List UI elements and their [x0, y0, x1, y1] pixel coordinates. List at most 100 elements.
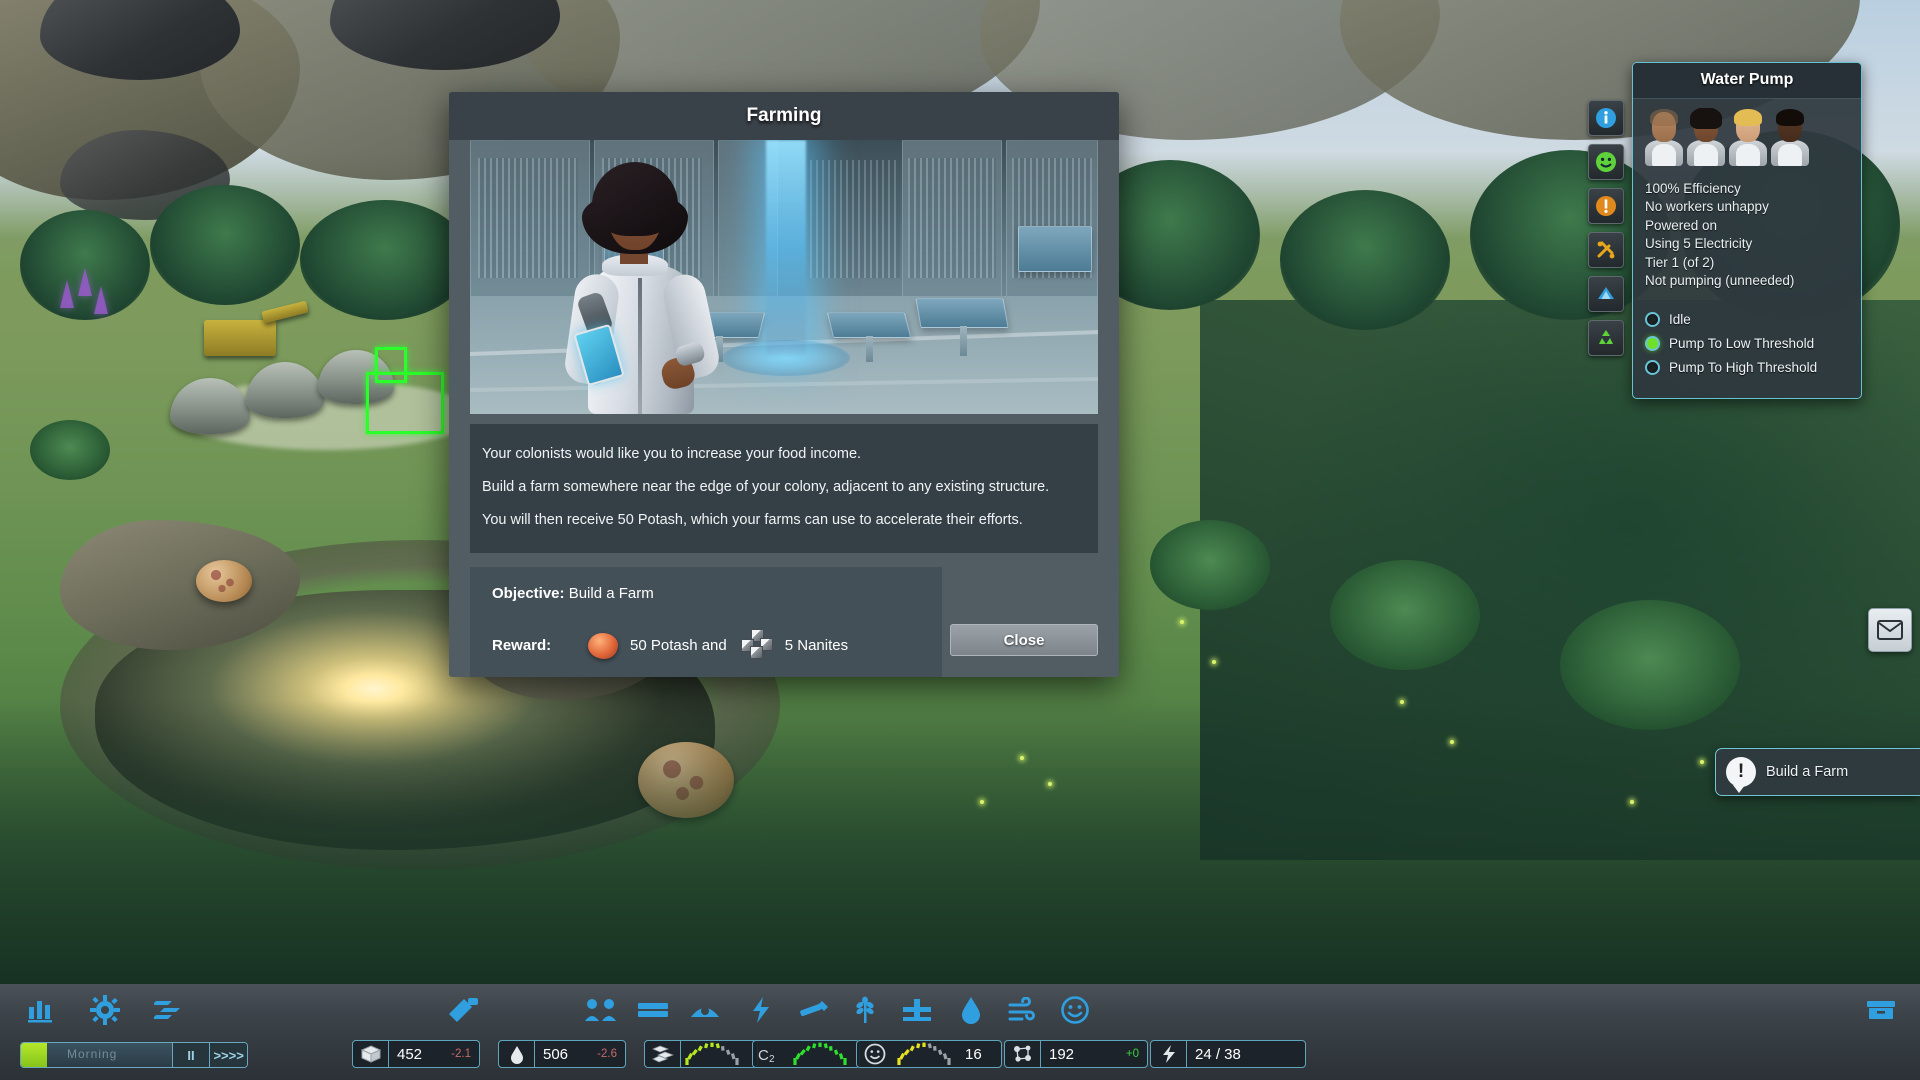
- body-paragraph: Your colonists would like you to increas…: [482, 446, 862, 462]
- statistics-icon[interactable]: [22, 991, 60, 1029]
- food-resource[interactable]: 452 -2.1: [352, 1040, 480, 1068]
- bush: [1330, 560, 1480, 670]
- happiness-face-icon[interactable]: [1056, 991, 1094, 1029]
- storage-gauge: [683, 1042, 741, 1066]
- build-menu-icon[interactable]: [444, 991, 482, 1029]
- storage-icon[interactable]: [634, 991, 672, 1029]
- reward-text-nanites: 5 Nanites: [784, 636, 849, 654]
- o2-icon: C2: [753, 1041, 789, 1067]
- mode-option-pump-high[interactable]: Pump To High Threshold: [1645, 360, 1849, 376]
- nanite-icon: [740, 629, 777, 661]
- scientist-character: [558, 162, 748, 414]
- water-drop-icon[interactable]: [952, 991, 990, 1029]
- wall-screen: [1018, 226, 1092, 272]
- rail-button-deposits[interactable]: [1588, 276, 1624, 312]
- status-line: No workers unhappy: [1645, 199, 1769, 215]
- body-paragraph: Build a farm somewhere near the edge of …: [482, 479, 1050, 495]
- rail-button-happiness[interactable]: [1588, 144, 1624, 180]
- worker-portrait: [1643, 108, 1685, 166]
- water-pump-title: Water Pump: [1633, 63, 1861, 99]
- smile-icon: [857, 1041, 893, 1067]
- settings-gear-icon[interactable]: [86, 991, 124, 1029]
- svg-text:2: 2: [769, 1054, 775, 1063]
- alert-icon: [1596, 196, 1616, 216]
- body-paragraph: You will then receive 50 Potash, which y…: [482, 512, 1023, 528]
- fast-forward-button[interactable]: >>>>: [209, 1043, 247, 1067]
- status-line: Powered on: [1645, 217, 1718, 233]
- mode-option-idle[interactable]: Idle: [1645, 312, 1849, 328]
- worker-portraits: [1633, 99, 1861, 170]
- water-resource[interactable]: 506 -2.6: [498, 1040, 626, 1068]
- storage-resource[interactable]: [644, 1040, 758, 1068]
- notification-label: Build a Farm: [1766, 764, 1849, 780]
- power-icon[interactable]: [742, 991, 780, 1029]
- happiness-resource[interactable]: 16: [856, 1040, 1002, 1068]
- save-load-icon[interactable]: [1862, 991, 1900, 1029]
- rail-button-tools[interactable]: [1588, 232, 1624, 268]
- day-progress-bar[interactable]: Morning: [21, 1043, 172, 1067]
- crate-icon: [353, 1041, 389, 1067]
- objective-label: Objective:: [492, 585, 565, 602]
- dialog-body-text: Your colonists would like you to increas…: [470, 424, 1098, 553]
- mining-icon[interactable]: [794, 991, 832, 1029]
- forest-canopy-foreground: [0, 700, 1920, 1000]
- pause-button[interactable]: II: [171, 1043, 210, 1067]
- rail-button-alert[interactable]: [1588, 188, 1624, 224]
- rail-button-info[interactable]: [1588, 100, 1624, 136]
- mode-option-pump-low[interactable]: Pump To Low Threshold: [1645, 336, 1849, 352]
- colonists-list-icon[interactable]: [150, 991, 188, 1029]
- farming-icon[interactable]: [846, 991, 884, 1029]
- close-button[interactable]: Close: [950, 624, 1098, 656]
- crystal-formation: [94, 286, 108, 314]
- bush: [1150, 520, 1270, 610]
- tree: [1280, 190, 1450, 330]
- energy-beam: [766, 140, 806, 355]
- oxygen-gauge: [791, 1042, 849, 1066]
- crystal-formation: [60, 280, 74, 308]
- farming-quest-dialog[interactable]: Farming Your colonists would like you to…: [449, 92, 1119, 677]
- colony-dome[interactable]: [246, 362, 324, 418]
- radio-idle[interactable]: [1645, 312, 1660, 328]
- crystal-formation: [78, 268, 92, 296]
- nanites-resource[interactable]: 192 +0: [1004, 1040, 1148, 1068]
- day-progress-label: Morning: [67, 1047, 118, 1061]
- water-delta: -2.6: [597, 1048, 617, 1060]
- status-line: Using 5 Electricity: [1645, 236, 1753, 252]
- water-building-icon[interactable]: [686, 991, 724, 1029]
- storage-icon: [645, 1041, 681, 1067]
- happiness-icon: [1596, 152, 1616, 172]
- radio-pump-high-threshold[interactable]: [1645, 360, 1660, 376]
- nanites-value: 192: [1049, 1045, 1075, 1063]
- factory-icon[interactable]: [898, 991, 936, 1029]
- bush: [30, 420, 110, 480]
- radio-pump-low-threshold[interactable]: [1645, 336, 1660, 352]
- reward-label: Reward:: [492, 636, 552, 654]
- quest-notification[interactable]: ! Build a Farm: [1715, 748, 1920, 796]
- population-icon[interactable]: [582, 991, 620, 1029]
- water-pump-status-list: 100% Efficiency No workers unhappy Power…: [1633, 170, 1861, 296]
- nanite-icon: [1005, 1041, 1041, 1067]
- water-pump-info-panel[interactable]: Water Pump 100% Efficiency No workers un…: [1632, 62, 1862, 400]
- rail-button-recycle[interactable]: [1588, 320, 1624, 356]
- objective-card: Objective: Build a Farm Reward: 50 Potas…: [470, 567, 942, 677]
- status-line: Not pumping (unneeded): [1645, 273, 1795, 289]
- mode-label: Idle: [1669, 312, 1691, 328]
- water-pump-mode-group[interactable]: Idle Pump To Low Threshold Pump To High …: [1633, 296, 1861, 398]
- electricity-resource[interactable]: 24 / 38: [1150, 1040, 1306, 1068]
- deposit-icon: [1598, 287, 1614, 299]
- dialog-illustration: [470, 140, 1098, 414]
- alert-exclamation-icon: !: [1726, 757, 1756, 793]
- alien-pod: [196, 560, 252, 602]
- tools-icon: [1597, 241, 1615, 259]
- water-value: 506: [543, 1045, 569, 1063]
- time-controls[interactable]: Morning II >>>>: [20, 1042, 248, 1068]
- bolt-icon: [1151, 1041, 1187, 1067]
- food-value: 452: [397, 1045, 423, 1063]
- oxygen-wind-icon[interactable]: [1004, 991, 1042, 1029]
- oxygen-resource[interactable]: C2: [752, 1040, 860, 1068]
- mining-machine[interactable]: [204, 320, 276, 356]
- control-console: [915, 298, 1009, 328]
- svg-text:C: C: [758, 1047, 769, 1063]
- mail-button[interactable]: [1868, 608, 1912, 652]
- info-icon: [1596, 108, 1616, 128]
